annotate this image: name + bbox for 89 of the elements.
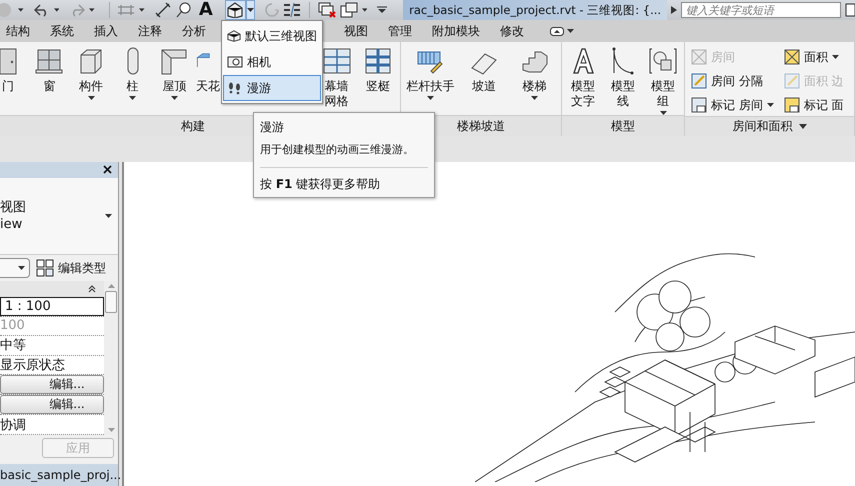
ribbon-button[interactable]: 构件 <box>71 46 111 115</box>
room-icon <box>691 49 707 65</box>
property-value: 中等 <box>0 337 26 354</box>
ribbon-toggle-button[interactable] <box>550 26 564 36</box>
property-value: 100 <box>0 318 25 334</box>
caret-icon <box>246 8 254 12</box>
caret-icon <box>139 8 145 12</box>
ribbon-button[interactable]: 标记 面 <box>784 94 844 116</box>
model-group-icon <box>648 46 678 76</box>
menu-item[interactable]: 默认三维视图 <box>223 23 321 49</box>
ribbon-tab[interactable]: 注释 <box>128 20 172 42</box>
scroll-thumb[interactable] <box>105 290 117 313</box>
caret-icon <box>89 8 95 12</box>
mullion-icon <box>363 46 394 76</box>
panel-title[interactable]: 房间和面积 <box>685 116 854 136</box>
ribbon-button[interactable]: 标记 房间 <box>691 94 774 116</box>
ribbon-button[interactable]: 模型文字 <box>564 46 602 115</box>
ribbon-button[interactable]: 楼梯 <box>510 46 559 115</box>
room-separator-icon <box>691 73 707 89</box>
switch-windows-icon[interactable] <box>340 2 358 18</box>
edit-button[interactable]: 编辑... <box>0 375 104 394</box>
default-3d-view-button[interactable] <box>224 0 246 20</box>
caret-icon <box>18 266 25 270</box>
ribbon-button[interactable]: 竖梃 <box>358 46 398 115</box>
house-icon <box>227 29 241 43</box>
ribbon-tab[interactable]: 结构 <box>0 20 40 42</box>
room-tag-icon <box>691 97 707 113</box>
area-tag-icon <box>784 97 800 113</box>
close-windows-icon[interactable] <box>318 2 336 18</box>
caret-icon <box>567 29 574 33</box>
ribbon-button[interactable]: 栏杆扶手 <box>403 46 458 115</box>
search-field[interactable]: 键入关键字或短语 <box>681 2 842 18</box>
ribbon-button[interactable]: 柱 <box>112 46 153 115</box>
caret-icon <box>426 96 434 100</box>
footprints-icon <box>227 81 243 95</box>
type-selector[interactable]: 视图 iew <box>0 178 118 256</box>
edit-button[interactable]: 编辑... <box>0 395 104 414</box>
ribbon-button[interactable]: 屋顶 <box>154 46 194 115</box>
ribbon-tab[interactable]: 系统 <box>40 20 84 42</box>
panel-title: 模型 <box>562 115 684 136</box>
ribbon-tab[interactable]: 插入 <box>84 20 128 42</box>
ribbon-button[interactable]: 窗 <box>30 46 70 115</box>
tooltip-title: 漫游 <box>260 119 285 136</box>
caret-icon <box>18 8 24 12</box>
caret-icon <box>129 96 136 100</box>
ribbon-tab[interactable]: 附加模块 <box>422 20 490 42</box>
caret-icon <box>766 103 774 107</box>
edit-type-button[interactable]: 编辑类型 <box>36 259 106 278</box>
curtain-grid-icon <box>322 46 352 76</box>
menu-item[interactable]: 漫游 <box>223 75 321 101</box>
ribbon-button[interactable]: 坡道 <box>460 46 508 115</box>
text-tool-button[interactable]: A <box>198 1 213 19</box>
caret-icon <box>105 214 112 218</box>
caret-icon <box>362 8 368 12</box>
ribbon-tab[interactable]: 视图 <box>334 20 378 42</box>
key-icon[interactable] <box>845 2 855 18</box>
tooltip-description: 用于创建模型的动画三维漫游。 <box>260 142 428 168</box>
thin-lines-icon[interactable] <box>282 2 301 18</box>
property-value: 协调 <box>0 416 26 434</box>
caret-icon <box>54 8 60 12</box>
ribbon-tab[interactable]: 分析 <box>172 20 216 42</box>
ribbon-tab[interactable]: 修改 <box>490 20 534 42</box>
ribbon-button[interactable]: 门 <box>0 46 28 115</box>
caret-icon <box>531 96 538 100</box>
caret-icon <box>832 55 839 59</box>
expand-arrow-icon[interactable] <box>671 6 678 14</box>
area-icon <box>784 49 800 65</box>
ribbon-button[interactable]: 面积 <box>784 46 844 68</box>
ribbon-button[interactable]: 模型组 <box>644 46 682 115</box>
property-value: 显示原状态 <box>0 357 65 374</box>
collapse-icon[interactable] <box>88 284 96 293</box>
grid-icon <box>36 259 54 278</box>
caret-icon[interactable] <box>798 124 806 129</box>
close-icon[interactable] <box>103 165 112 174</box>
caret-icon <box>88 96 95 100</box>
ribbon-tab[interactable]: 管理 <box>378 20 422 42</box>
ribbon-button[interactable]: 天花 <box>196 46 221 115</box>
instance-dropdown[interactable] <box>0 258 30 278</box>
dimension-icon[interactable] <box>154 2 171 18</box>
area-boundary-icon <box>784 73 800 89</box>
window-title: rac_basic_sample_project.rvt - 三维视图: {... <box>403 0 668 20</box>
camera-icon <box>227 55 243 69</box>
ribbon-button[interactable]: 模型线 <box>604 46 642 115</box>
property-value-field[interactable]: 1 : 100 <box>0 296 104 316</box>
project-browser-header: basic_sample_proj... <box>0 464 118 486</box>
ribbon-button[interactable]: 房间 分隔 <box>691 70 774 92</box>
caret-icon <box>170 96 178 100</box>
tooltip-help: 按 F1 键获得更多帮助 <box>260 176 382 193</box>
customize-icon[interactable] <box>377 6 388 14</box>
